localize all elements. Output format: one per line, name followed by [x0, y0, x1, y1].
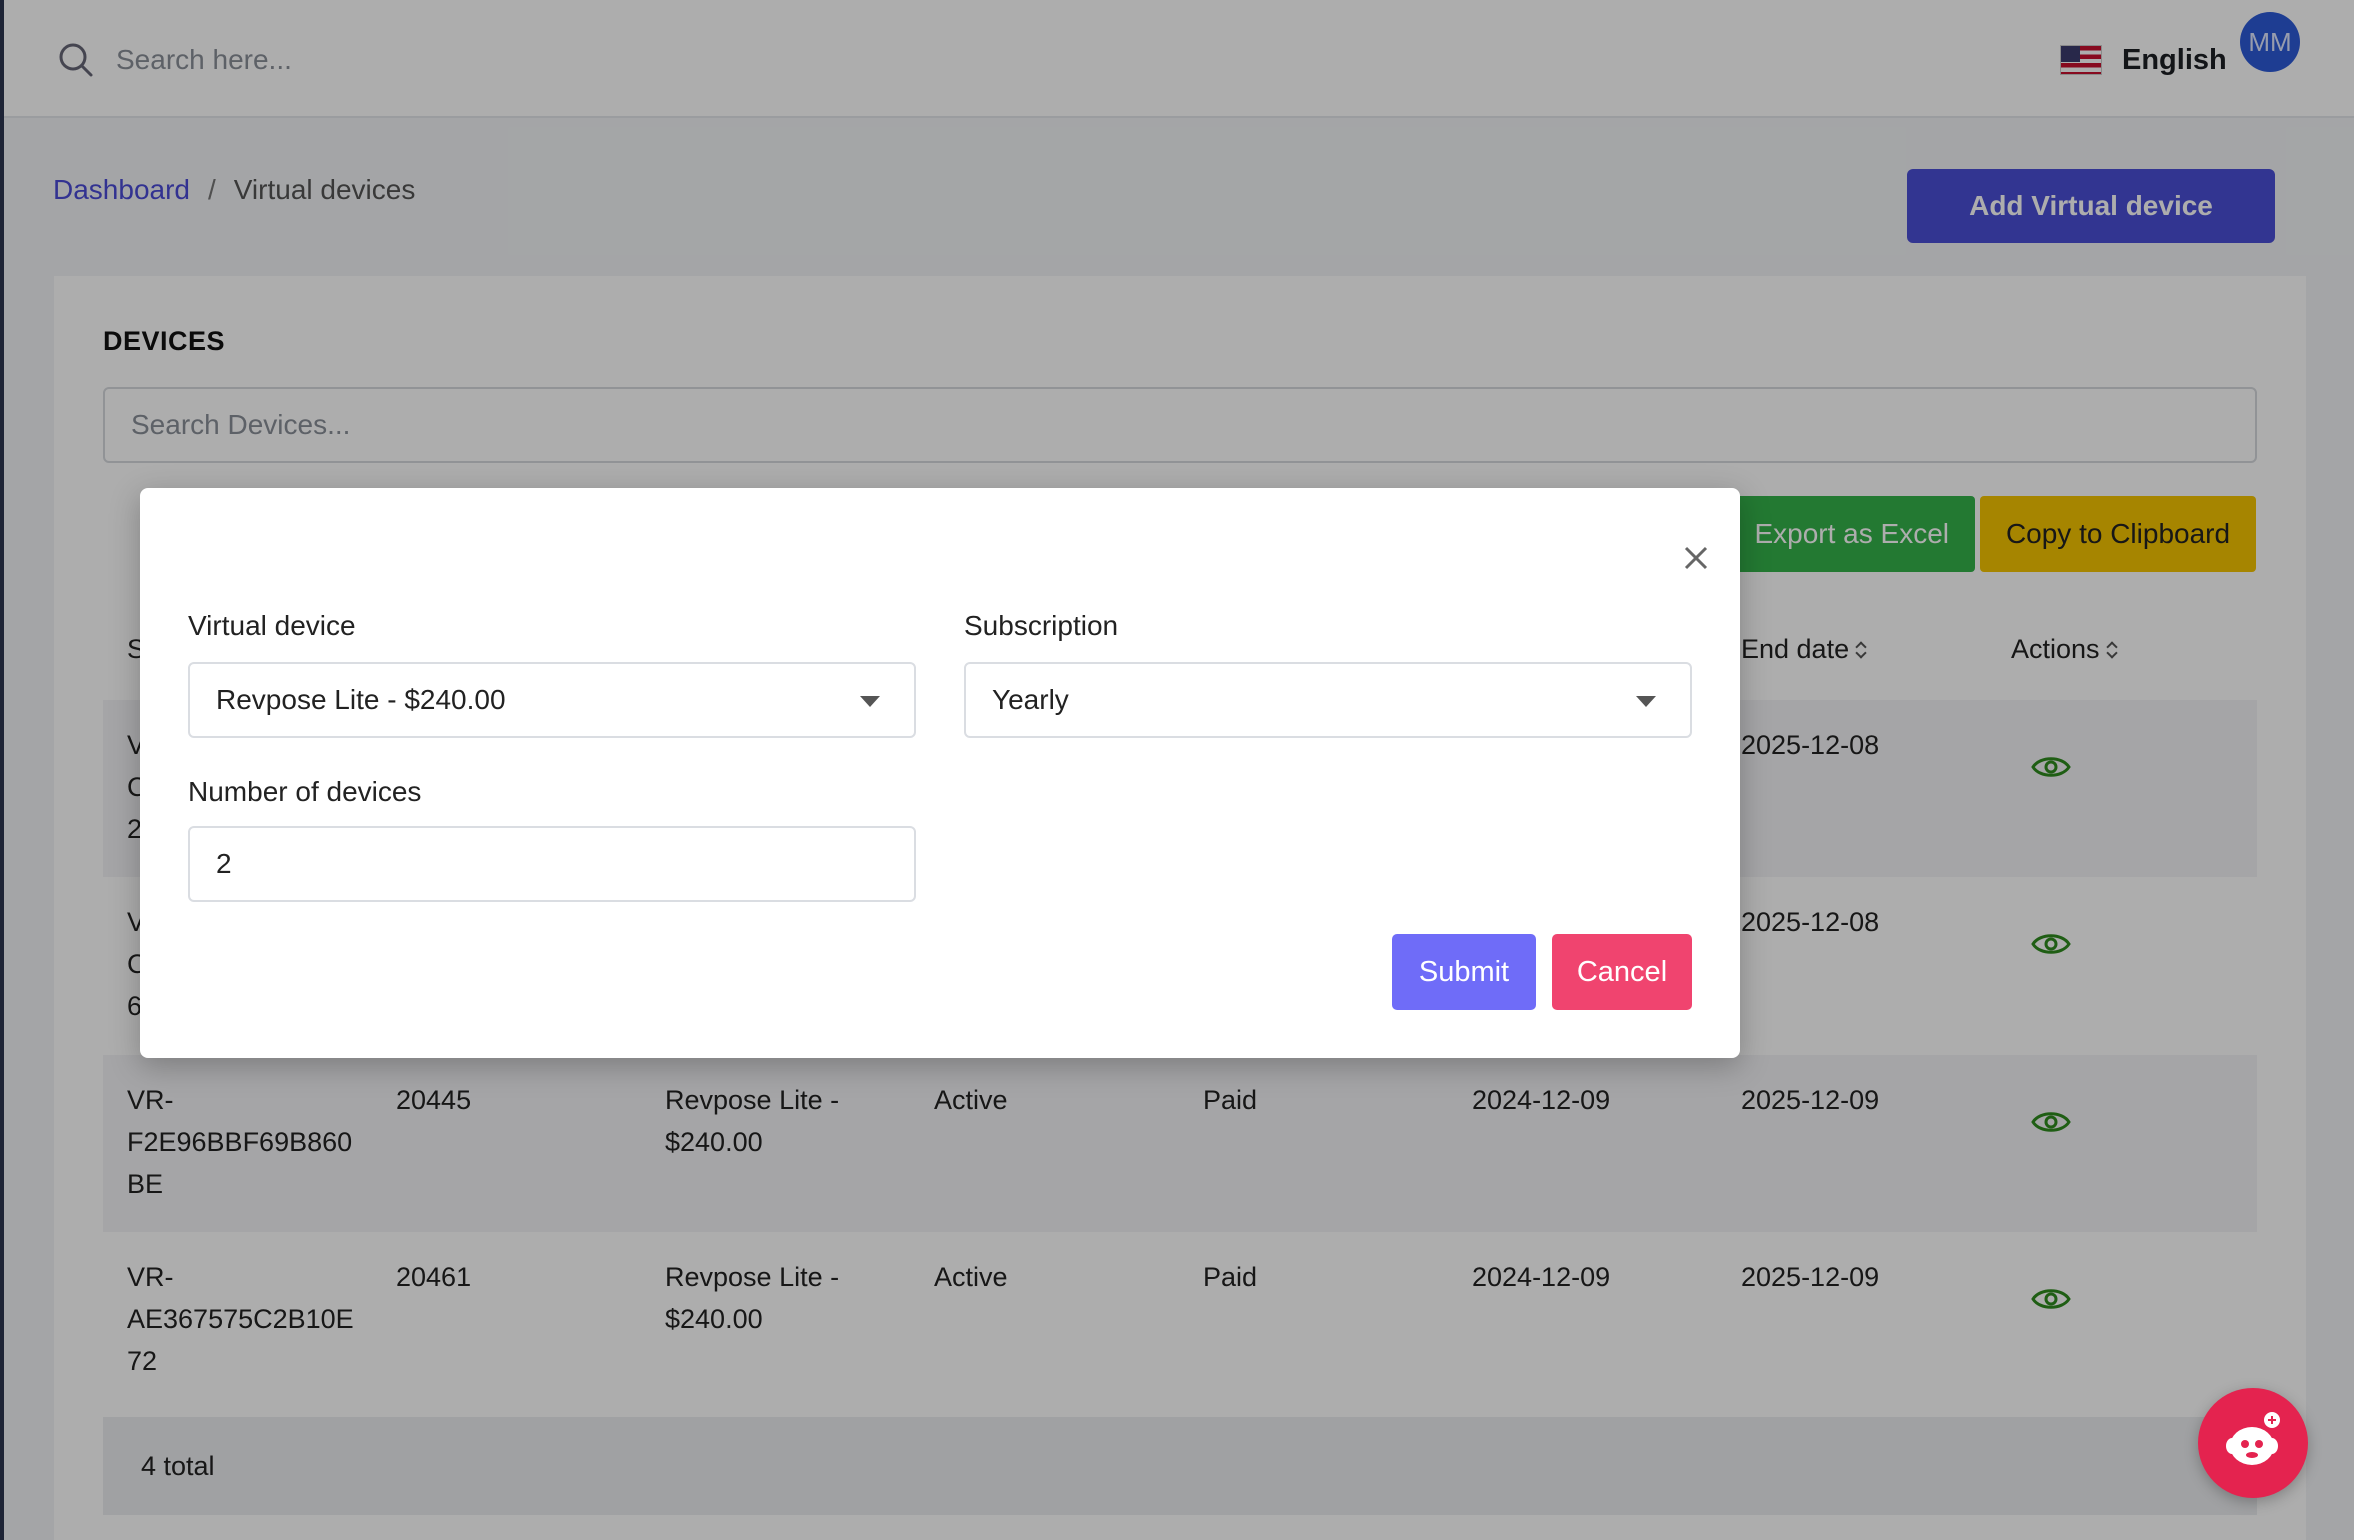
- subscription-value: Yearly: [992, 684, 1069, 715]
- app-root: Search here... English MM Dashboard / Vi…: [0, 0, 2354, 1540]
- virtual-device-value: Revpose Lite - $240.00: [216, 684, 506, 715]
- chatbot-button[interactable]: [2198, 1388, 2308, 1498]
- add-device-modal: Virtual device Revpose Lite - $240.00 Su…: [140, 488, 1740, 1058]
- cancel-button[interactable]: Cancel: [1552, 934, 1692, 1010]
- chatbot-icon: [2226, 1412, 2280, 1465]
- virtual-device-label: Virtual device: [188, 610, 356, 641]
- number-of-devices-label: Number of devices: [188, 776, 422, 807]
- subscription-label: Subscription: [964, 610, 1119, 641]
- submit-button[interactable]: Submit: [1392, 934, 1536, 1010]
- virtual-device-select[interactable]: Revpose Lite - $240.00: [188, 662, 916, 738]
- number-of-devices-value: 2: [216, 848, 232, 879]
- close-icon[interactable]: [1678, 540, 1714, 576]
- subscription-select[interactable]: Yearly: [964, 662, 1692, 738]
- chevron-down-icon: [860, 696, 880, 707]
- chevron-down-icon: [1636, 696, 1656, 707]
- number-of-devices-input[interactable]: 2: [188, 826, 916, 902]
